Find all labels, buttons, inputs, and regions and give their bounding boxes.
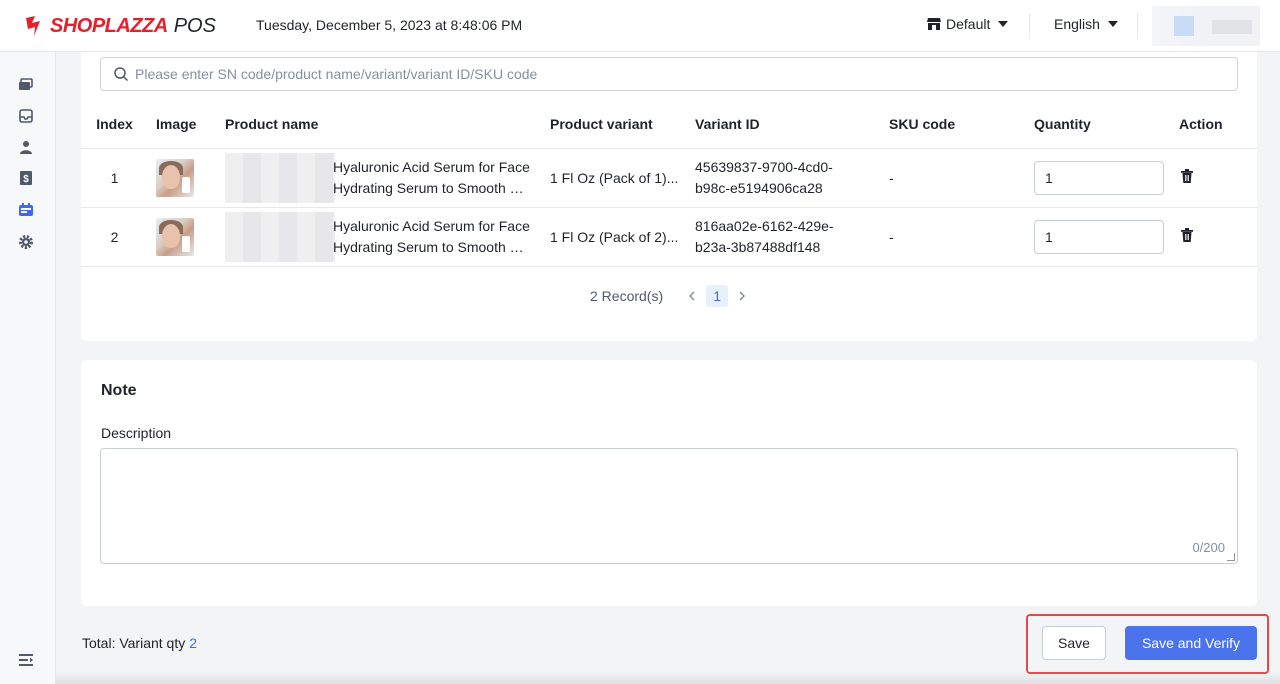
column-header-action: Action <box>1179 100 1257 149</box>
resize-handle-icon[interactable] <box>1227 553 1235 561</box>
table-row: 2 Hyaluronic Acid Serum for Face Hydrati… <box>81 207 1257 267</box>
store-selector[interactable]: Default <box>926 16 1009 32</box>
quantity-cell <box>1034 148 1179 208</box>
account-avatar[interactable] <box>1152 6 1260 46</box>
character-counter: 0/200 <box>1192 540 1225 555</box>
column-header-quantity: Quantity <box>1034 100 1179 149</box>
brand-name: SHOPLAZZA <box>50 14 168 37</box>
trash-icon[interactable] <box>1179 168 1195 184</box>
variant-id-cell: 816aa02e-6162-429e- b23a-3b87488df148 <box>695 207 889 267</box>
column-header-product-name: Product name <box>225 100 550 149</box>
quantity-input[interactable] <box>1034 160 1164 195</box>
collapse-menu-icon[interactable] <box>17 651 35 669</box>
svg-text:$: $ <box>23 174 29 185</box>
product-thumbnail[interactable] <box>156 158 194 197</box>
description-label: Description <box>101 425 172 441</box>
product-name: Hyaluronic Acid Serum for Face Hydrating… <box>333 216 533 258</box>
column-header-variant-id: Variant ID <box>695 100 889 149</box>
divider <box>1029 13 1030 39</box>
store-name: Default <box>946 16 991 32</box>
brand-suffix: POS <box>173 14 216 37</box>
chevron-down-icon <box>1107 21 1118 27</box>
product-name-line: Hydrating Serum to Smooth Dr... <box>333 238 533 255</box>
variant-id-line: b98c-e5194906ca28 <box>695 179 823 196</box>
current-datetime: Tuesday, December 5, 2023 at 8:48:06 PM <box>256 17 523 33</box>
save-button[interactable]: Save <box>1042 626 1106 660</box>
language-selector[interactable]: English <box>1054 16 1118 32</box>
pagination: 2 Record(s) 1 <box>590 285 756 307</box>
action-cell <box>1179 148 1257 208</box>
product-name-line: Hydrating Serum to Smooth Dr... <box>333 179 533 196</box>
inventory-icon[interactable] <box>17 201 35 219</box>
column-header-index: Index <box>81 100 148 149</box>
product-name-cell: Hyaluronic Acid Serum for Face Hydrating… <box>225 207 550 267</box>
product-search-bar[interactable] <box>100 57 1238 91</box>
product-thumbnail[interactable] <box>156 217 194 256</box>
store-icon <box>927 18 941 30</box>
inbox-icon[interactable] <box>17 107 35 125</box>
total-summary: Total: Variant qty 2 <box>82 635 197 651</box>
avatar-image <box>1174 16 1194 36</box>
save-and-verify-button[interactable]: Save and Verify <box>1125 626 1257 660</box>
orders-icon[interactable] <box>17 76 35 94</box>
product-variant-cell: 1 Fl Oz (Pack of 1)... <box>550 148 695 208</box>
quantity-input[interactable] <box>1034 219 1164 254</box>
chevron-right-icon[interactable] <box>737 291 747 301</box>
shoplazza-logo[interactable]: SHOPLAZZA POS <box>22 12 216 40</box>
product-image-cell <box>148 148 225 208</box>
table-header-row: Index Image Product name Product variant… <box>81 100 1257 149</box>
variant-id-line: b23a-3b87488df148 <box>695 238 821 255</box>
sidebar: $ <box>0 52 56 684</box>
row-index: 1 <box>81 148 148 208</box>
sku-code: - <box>889 207 1034 267</box>
variant-id-line: 816aa02e-6162-429e- <box>695 217 834 234</box>
total-qty-value: 2 <box>189 635 198 651</box>
bottom-shadow <box>56 672 1280 684</box>
settings-icon[interactable] <box>17 233 35 251</box>
trash-icon[interactable] <box>1179 227 1195 243</box>
variant-id-cell: 45639837-9700-4cd0- b98c-e5194906ca28 <box>695 148 889 208</box>
product-variant-cell: 1 Fl Oz (Pack of 2)... <box>550 207 695 267</box>
chevron-left-icon[interactable] <box>687 291 697 301</box>
total-label: Total: Variant qty <box>82 635 186 651</box>
row-index: 2 <box>81 207 148 267</box>
product-name-line: Hyaluronic Acid Serum for Face <box>333 217 530 234</box>
language-name: English <box>1054 16 1100 32</box>
column-header-sku-code: SKU code <box>889 100 1034 149</box>
blurred-area <box>225 211 335 262</box>
account-name-blurred <box>1212 20 1252 34</box>
divider <box>1137 13 1138 39</box>
action-cell <box>1179 207 1257 267</box>
product-variant: 1 Fl Oz (Pack of 2)... <box>550 228 679 245</box>
product-variant: 1 Fl Oz (Pack of 1)... <box>550 169 679 186</box>
table-row: 1 Hyaluronic Acid Serum for Face Hydrati… <box>81 148 1257 208</box>
product-name-line: Hyaluronic Acid Serum for Face <box>333 158 530 175</box>
note-title: Note <box>101 382 137 399</box>
blurred-area <box>225 152 335 203</box>
finance-icon[interactable]: $ <box>17 169 35 187</box>
record-count: 2 Record(s) <box>590 288 664 304</box>
page-number-button[interactable]: 1 <box>706 285 729 307</box>
product-table: Index Image Product name Product variant… <box>81 100 1257 267</box>
customer-icon[interactable] <box>17 138 35 156</box>
column-header-product-variant: Product variant <box>550 100 695 149</box>
shoplazza-logo-icon <box>26 16 40 36</box>
variant-id-line: 45639837-9700-4cd0- <box>695 158 833 175</box>
column-header-image: Image <box>148 100 225 149</box>
sku-code: - <box>889 148 1034 208</box>
quantity-cell <box>1034 207 1179 267</box>
search-input[interactable] <box>135 66 1215 82</box>
product-image-cell <box>148 207 225 267</box>
description-textarea[interactable] <box>101 449 1237 563</box>
product-name-cell: Hyaluronic Acid Serum for Face Hydrating… <box>225 148 550 208</box>
product-name: Hyaluronic Acid Serum for Face Hydrating… <box>333 157 533 199</box>
chevron-down-icon <box>998 21 1009 27</box>
search-icon <box>114 67 129 82</box>
description-field: 0/200 <box>100 448 1238 564</box>
top-header: SHOPLAZZA POS Tuesday, December 5, 2023 … <box>0 0 1280 52</box>
